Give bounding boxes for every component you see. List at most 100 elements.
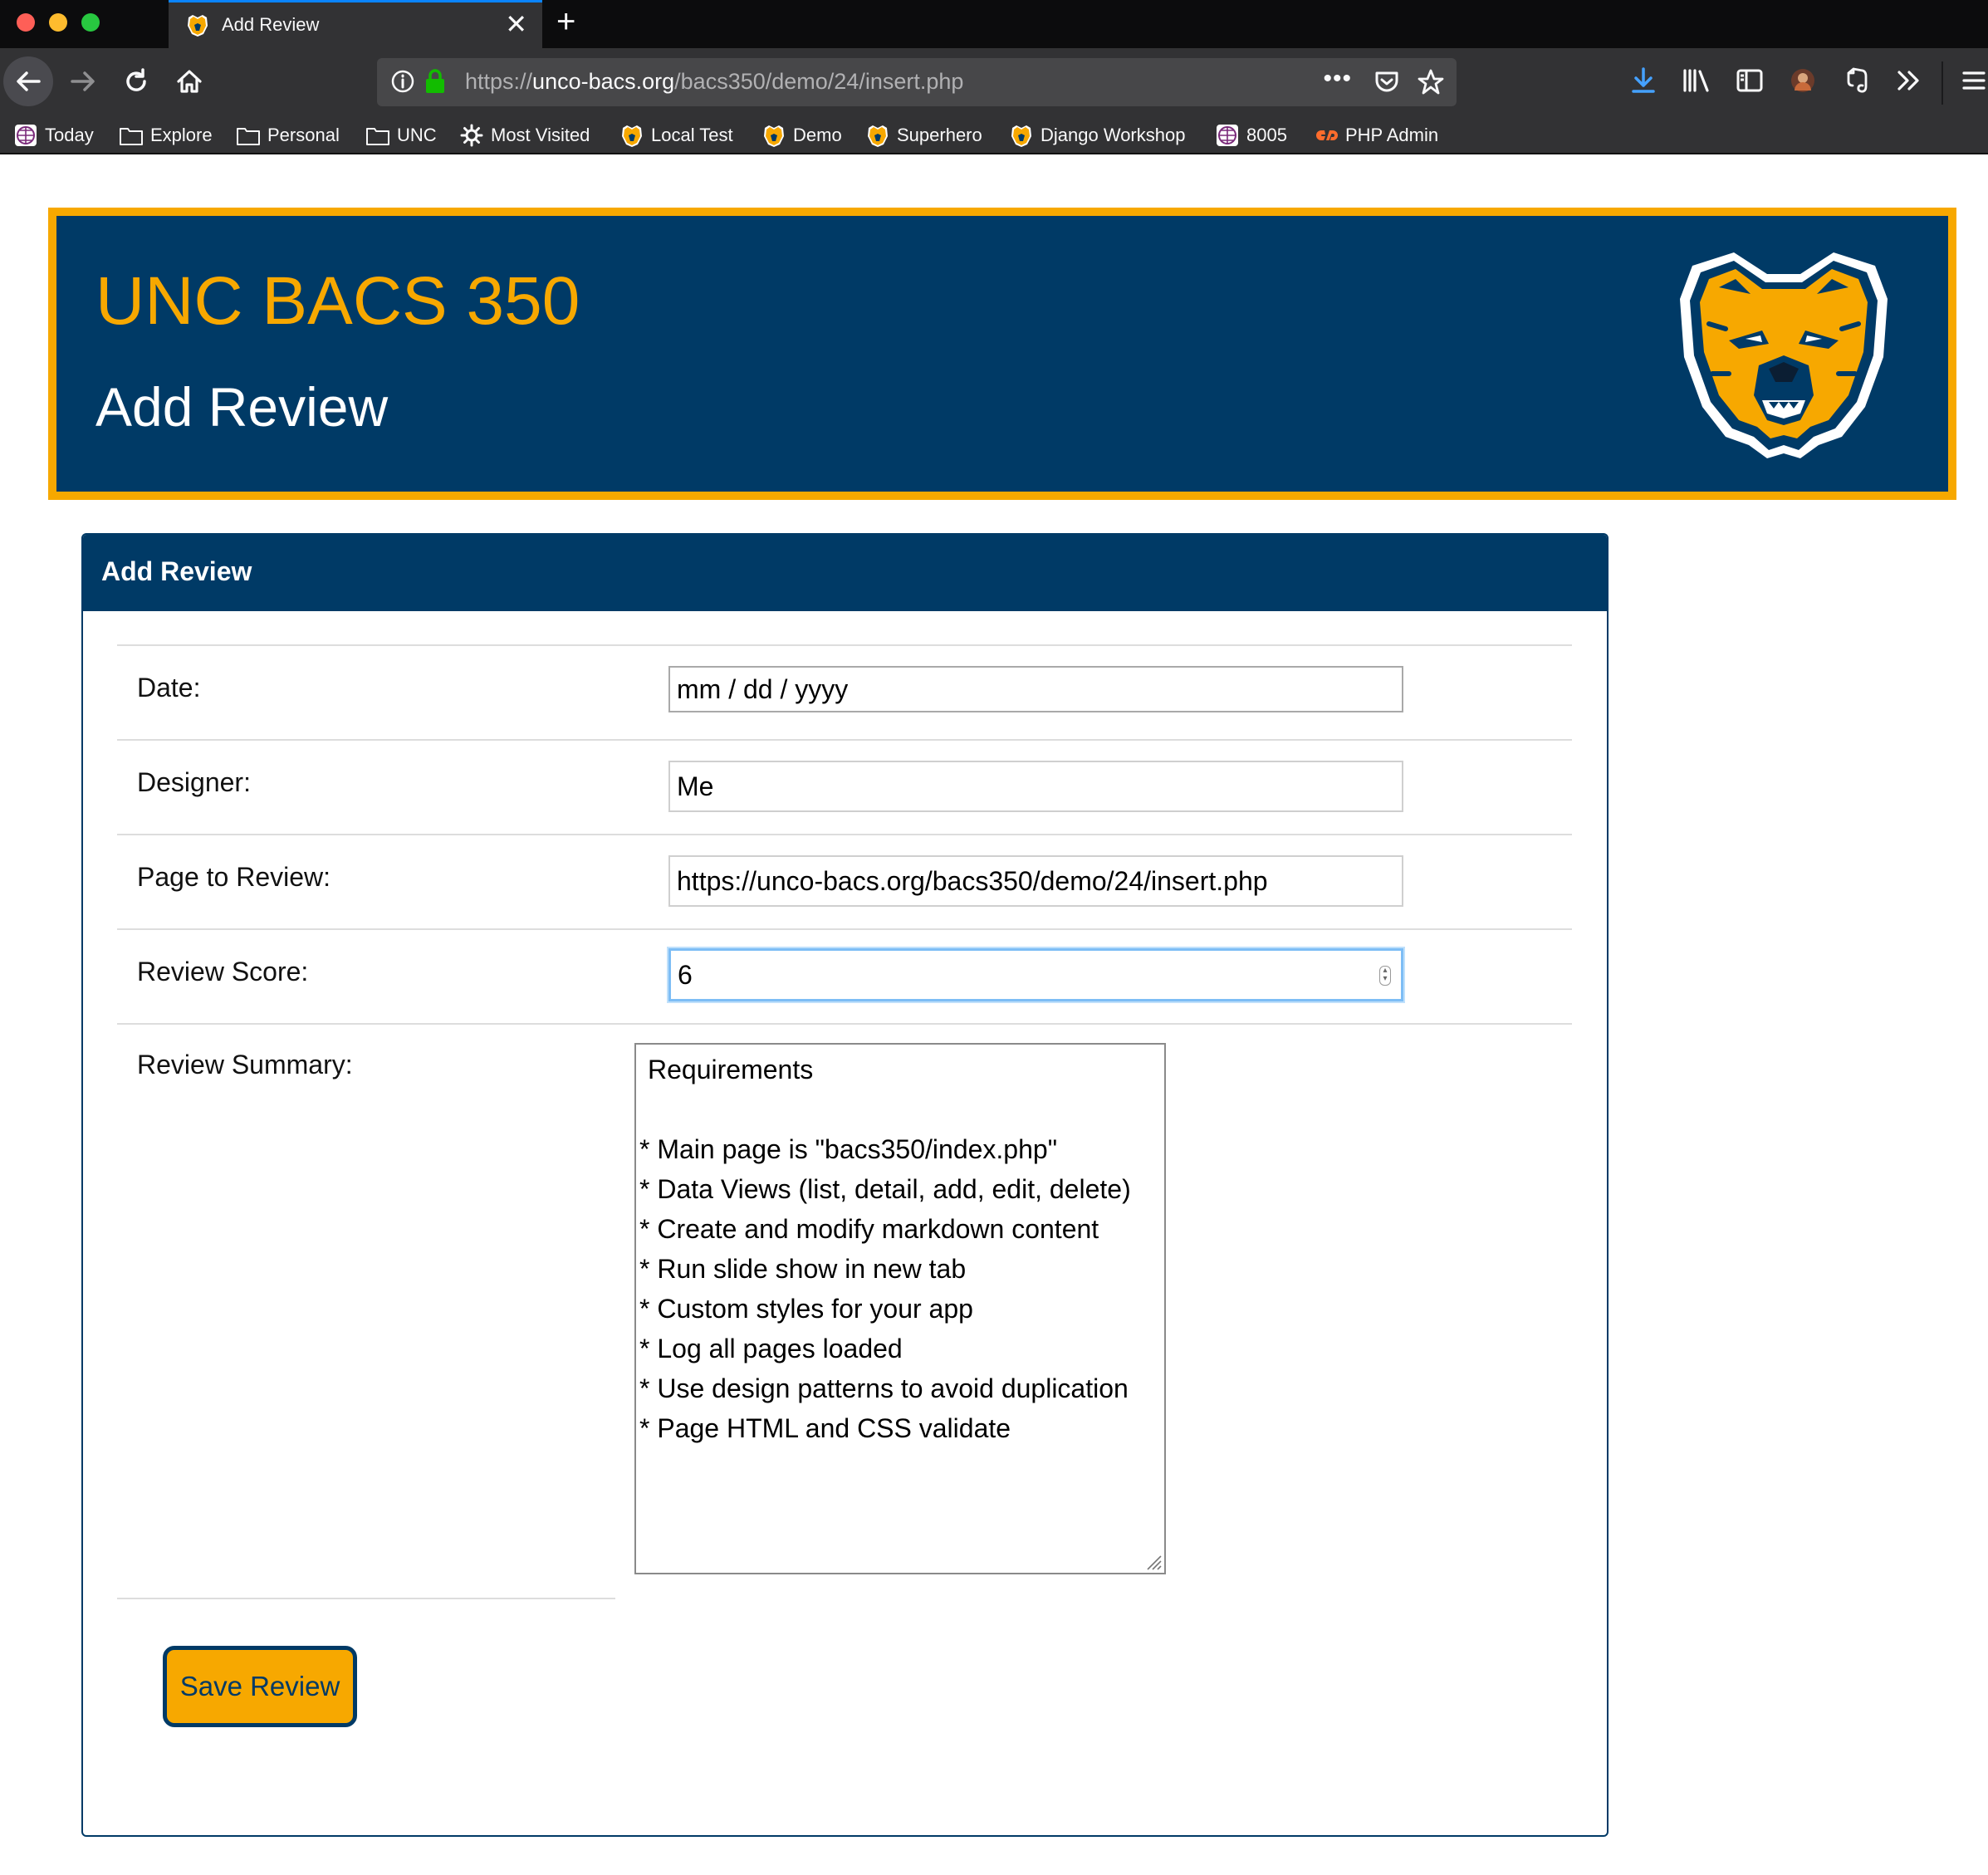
bookmark-label: Personal bbox=[267, 125, 340, 145]
summary-line: * Data Views (list, detail, add, edit, d… bbox=[639, 1174, 1131, 1204]
url-text[interactable]: https://unco-bacs.org/bacs350/demo/24/in… bbox=[465, 69, 963, 95]
url-path: /bacs350/demo/24/insert.php bbox=[674, 69, 964, 94]
bookmark-demo[interactable]: Demo bbox=[761, 121, 842, 149]
page-title: Add Review bbox=[95, 376, 389, 438]
summary-line bbox=[639, 1089, 1161, 1129]
bookmark-local-test[interactable]: Local Test bbox=[619, 121, 733, 149]
toolbar-separator bbox=[1941, 61, 1943, 105]
navigation-toolbar: https://unco-bacs.org/bacs350/demo/24/in… bbox=[0, 48, 1988, 118]
page-to-review-label: Page to Review: bbox=[137, 862, 331, 892]
folder-icon bbox=[120, 128, 143, 145]
review-score-input[interactable]: 6 ▴ ▾ bbox=[668, 948, 1403, 1001]
resize-handle-icon[interactable] bbox=[1143, 1551, 1163, 1571]
bookmark-label: PHP Admin bbox=[1345, 125, 1439, 145]
page-to-review-input-value: https://unco-bacs.org/bacs350/demo/24/in… bbox=[677, 865, 1268, 896]
summary-line: * Use design patterns to avoid duplicati… bbox=[639, 1373, 1129, 1403]
evernote-button[interactable] bbox=[1835, 60, 1877, 101]
back-button[interactable] bbox=[3, 56, 53, 106]
account-button[interactable] bbox=[1782, 60, 1824, 101]
tab-strip: Add Review ✕ + bbox=[0, 0, 1988, 48]
new-tab-icon[interactable]: + bbox=[556, 5, 575, 38]
info-icon[interactable] bbox=[390, 69, 415, 94]
bookmarks-toolbar: Today Explore Personal UNC Most Visited … bbox=[0, 118, 1988, 154]
evernote-icon bbox=[1847, 67, 1868, 93]
bear-icon bbox=[764, 125, 784, 147]
bookmark-today[interactable]: Today bbox=[13, 121, 94, 149]
bookmark-label: Django Workshop bbox=[1041, 125, 1186, 145]
sidebar-icon bbox=[1736, 69, 1763, 92]
tab-title: Add Review bbox=[222, 14, 320, 35]
save-review-button[interactable]: Save Review bbox=[163, 1646, 357, 1727]
review-summary-label: Review Summary: bbox=[137, 1050, 353, 1079]
designer-label: Designer: bbox=[137, 767, 251, 797]
review-score-input-value: 6 bbox=[678, 959, 693, 990]
reload-button[interactable] bbox=[111, 56, 161, 106]
forward-button[interactable] bbox=[58, 56, 108, 106]
bookmark-label: Explore bbox=[150, 125, 213, 145]
window-close-button[interactable] bbox=[17, 13, 35, 32]
main-menu-button[interactable] bbox=[1953, 60, 1988, 101]
bookmark-unc[interactable]: UNC bbox=[365, 121, 437, 149]
card-title: Add Review bbox=[101, 556, 252, 586]
designer-input-value: Me bbox=[677, 771, 714, 801]
date-input[interactable]: mm / dd / yyyy bbox=[668, 666, 1403, 712]
bookmark-label: Today bbox=[45, 125, 94, 145]
url-scheme: https:// bbox=[465, 69, 533, 94]
unc-bear-logo bbox=[1680, 252, 1888, 458]
add-review-card: Add Review Date: mm / dd / yyyy Designer… bbox=[81, 533, 1609, 1837]
bookmark-label: 8005 bbox=[1246, 125, 1287, 145]
designer-input[interactable]: Me bbox=[668, 761, 1403, 812]
review-summary-divider bbox=[117, 1023, 1572, 1025]
folder-icon bbox=[366, 128, 389, 145]
bookmark-label: Most Visited bbox=[491, 125, 590, 145]
url-bar[interactable]: https://unco-bacs.org/bacs350/demo/24/in… bbox=[377, 58, 1457, 106]
bookmark-label: Superhero bbox=[897, 125, 982, 145]
date-label: Date: bbox=[137, 673, 201, 703]
card-header: Add Review bbox=[83, 535, 1607, 611]
page-to-review-row: Page to Review: https://unco-bacs.org/ba… bbox=[117, 834, 1572, 928]
window-maximize-button[interactable] bbox=[81, 13, 100, 32]
bookmark-label: Demo bbox=[793, 125, 842, 145]
bookmark-label: UNC bbox=[397, 125, 437, 145]
back-arrow-icon bbox=[17, 71, 41, 91]
summary-line: Requirements bbox=[648, 1055, 814, 1084]
summary-line: * Run slide show in new tab bbox=[639, 1254, 967, 1284]
bookmark-star-icon[interactable] bbox=[1417, 68, 1445, 96]
bookmark-superhero[interactable]: Superhero bbox=[865, 121, 982, 149]
bookmark-label: Local Test bbox=[651, 125, 733, 145]
bear-icon bbox=[1011, 125, 1031, 147]
hamburger-icon bbox=[1962, 71, 1986, 90]
bookmark-django-workshop[interactable]: Django Workshop bbox=[1009, 121, 1185, 149]
window-minimize-button[interactable] bbox=[49, 13, 67, 32]
form-bottom-divider bbox=[117, 1598, 615, 1599]
gear-icon bbox=[460, 124, 483, 147]
bookmark-personal[interactable]: Personal bbox=[236, 121, 340, 149]
reload-icon bbox=[126, 68, 146, 91]
chevron-double-right-icon bbox=[1897, 71, 1919, 91]
tab-add-review[interactable]: Add Review ✕ bbox=[169, 0, 542, 48]
bookmark-explore[interactable]: Explore bbox=[119, 121, 213, 149]
lock-icon bbox=[426, 69, 444, 93]
summary-line: * Main page is "bacs350/index.php" bbox=[639, 1134, 1058, 1164]
downloads-button[interactable] bbox=[1623, 60, 1664, 101]
bear-icon bbox=[622, 125, 642, 147]
page-to-review-input[interactable]: https://unco-bacs.org/bacs350/demo/24/in… bbox=[668, 855, 1403, 907]
review-score-row: Review Score: 6 ▴ ▾ bbox=[117, 928, 1572, 1023]
review-summary-textarea[interactable]: Requirements * Main page is "bacs350/ind… bbox=[634, 1043, 1166, 1574]
pocket-icon[interactable] bbox=[1373, 69, 1400, 95]
page-actions-icon[interactable]: ••• bbox=[1323, 65, 1352, 93]
summary-line: * Create and modify markdown content bbox=[639, 1214, 1099, 1244]
overflow-menu-button[interactable] bbox=[1888, 60, 1930, 101]
library-button[interactable] bbox=[1676, 60, 1717, 101]
home-button[interactable] bbox=[164, 56, 214, 106]
forward-arrow-icon bbox=[71, 71, 95, 91]
date-input-value: mm / dd / yyyy bbox=[677, 673, 849, 704]
sidebar-button[interactable] bbox=[1729, 60, 1770, 101]
tab-close-icon[interactable]: ✕ bbox=[505, 11, 527, 37]
number-spinner-icon[interactable]: ▴ ▾ bbox=[1379, 966, 1391, 986]
bookmark-8005[interactable]: 8005 bbox=[1215, 121, 1287, 149]
bookmark-php-admin[interactable]: PHP Admin bbox=[1314, 121, 1438, 149]
bear-favicon-icon bbox=[188, 15, 208, 37]
globe-icon bbox=[1217, 125, 1238, 146]
bookmark-most-visited[interactable]: Most Visited bbox=[459, 121, 590, 149]
